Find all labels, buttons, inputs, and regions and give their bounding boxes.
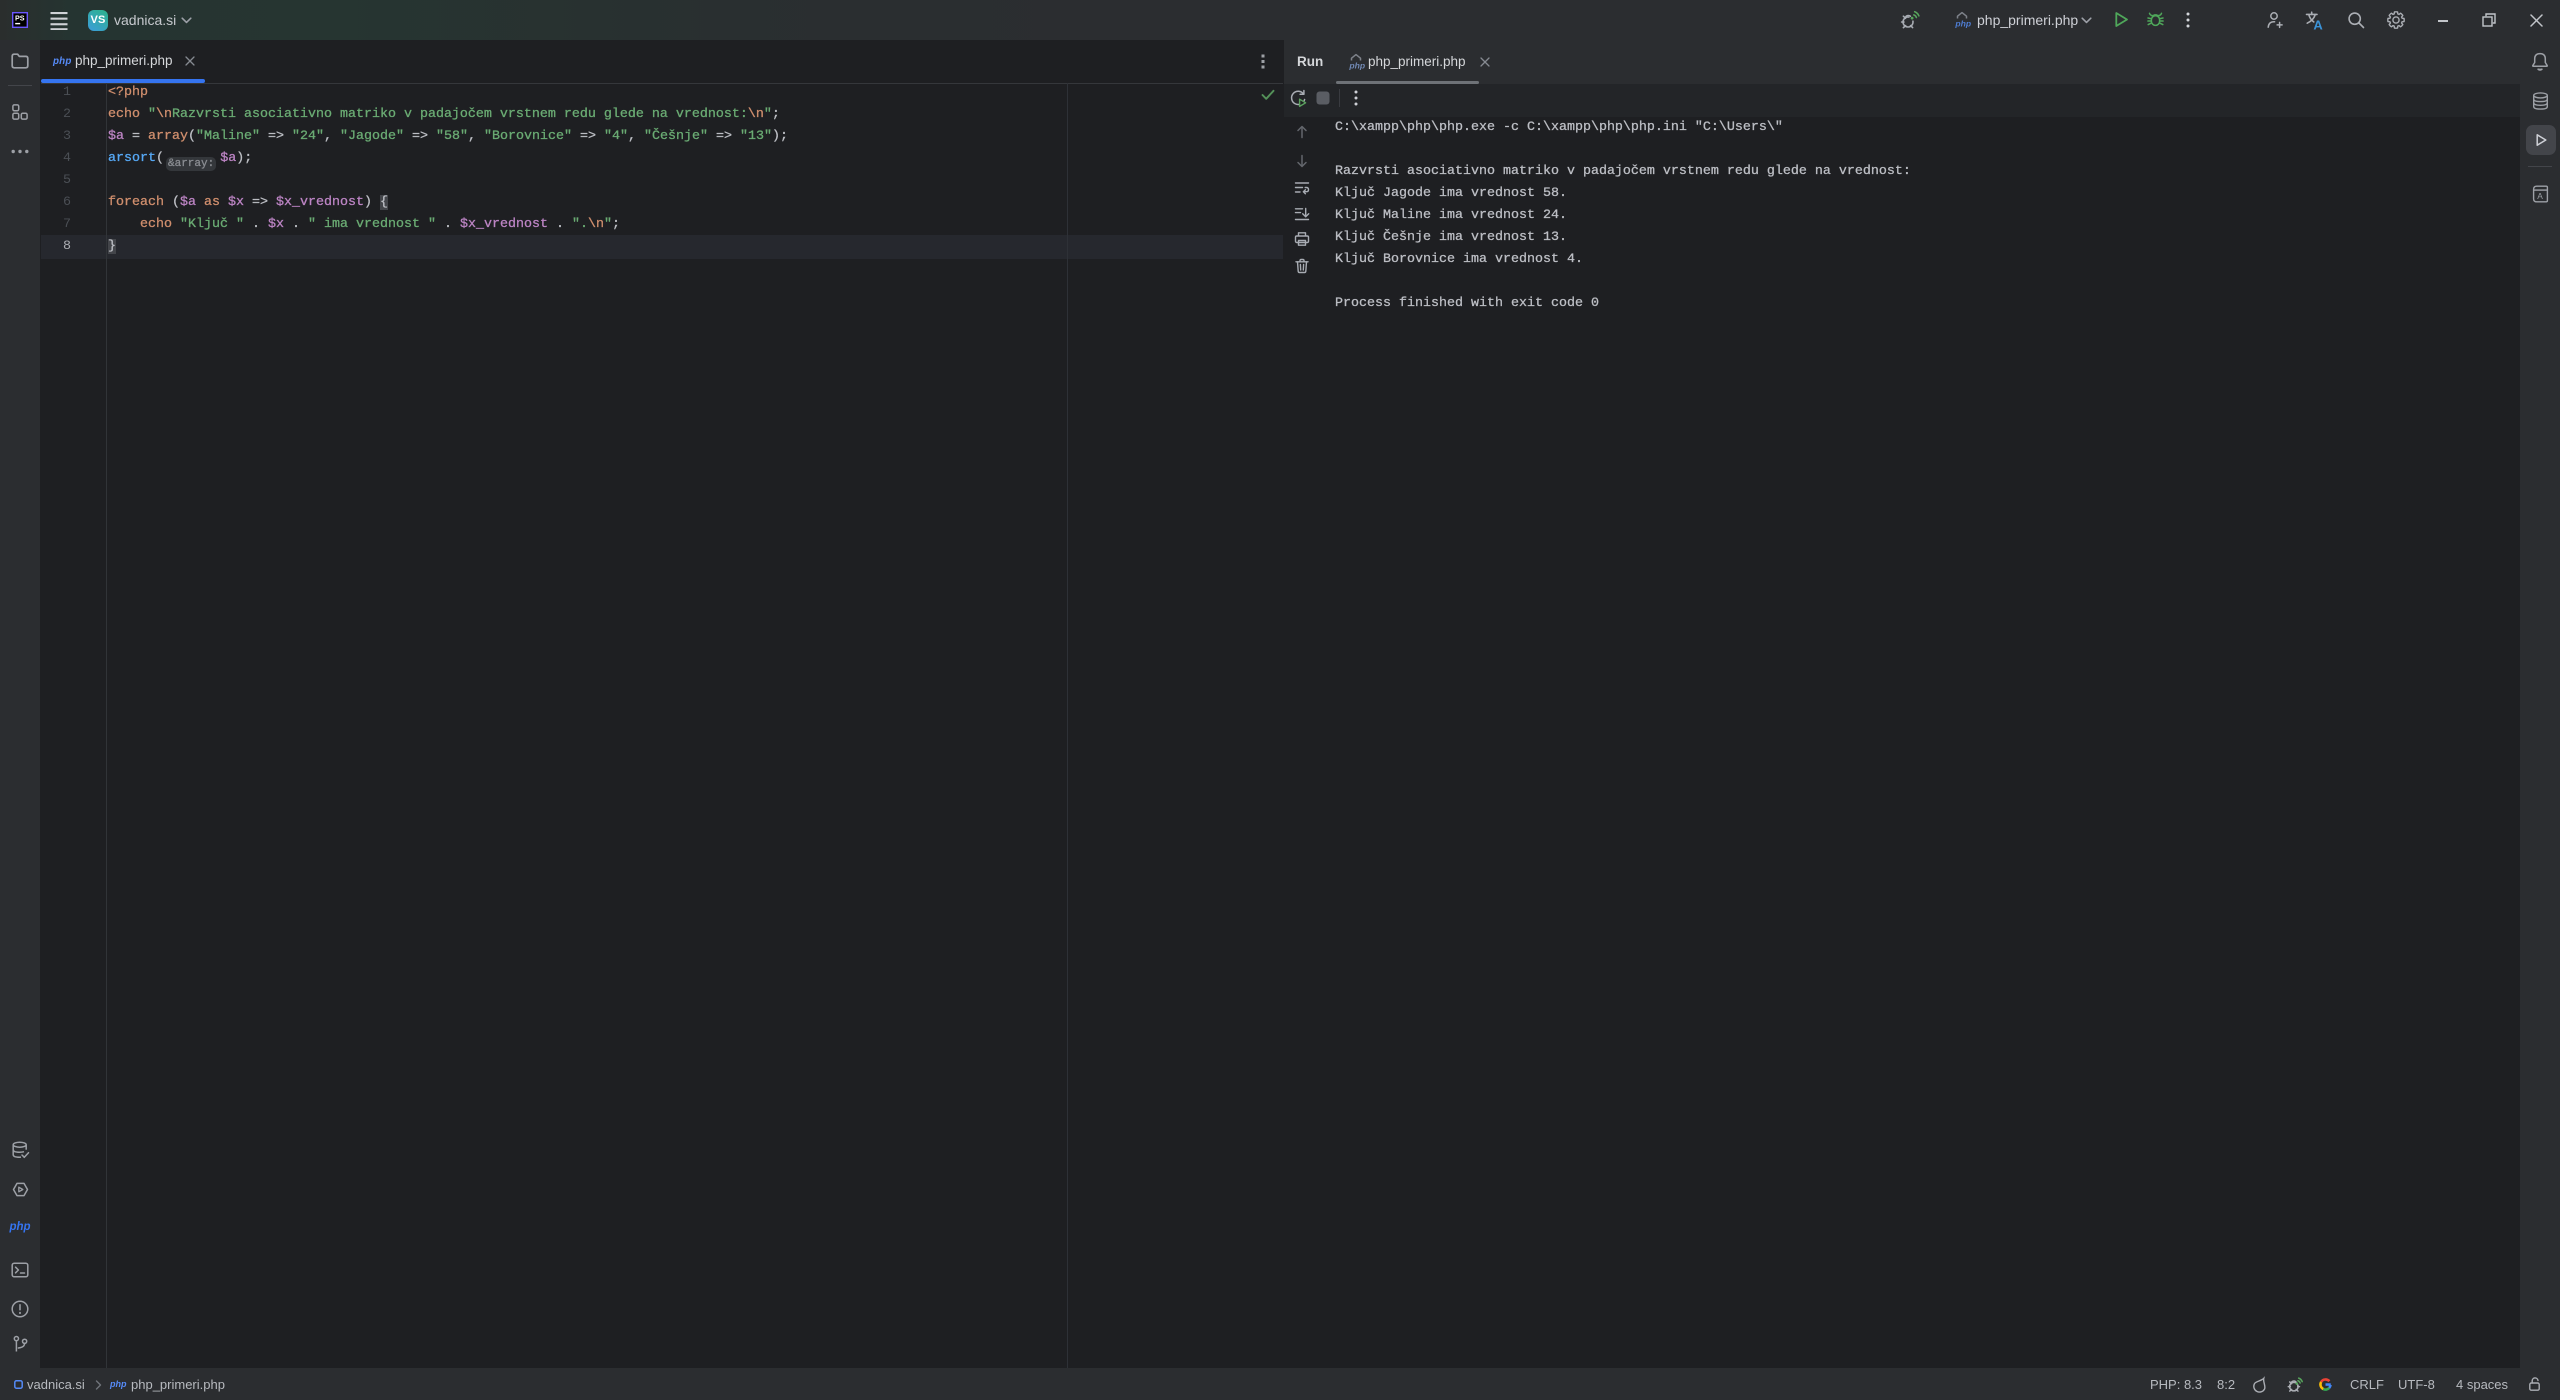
svg-text:A: A — [2313, 17, 2323, 31]
svg-text:php: php — [1348, 61, 1365, 71]
svg-text:A: A — [2537, 191, 2543, 201]
svg-text:php: php — [1954, 19, 1971, 29]
svg-text:PS: PS — [15, 14, 25, 23]
